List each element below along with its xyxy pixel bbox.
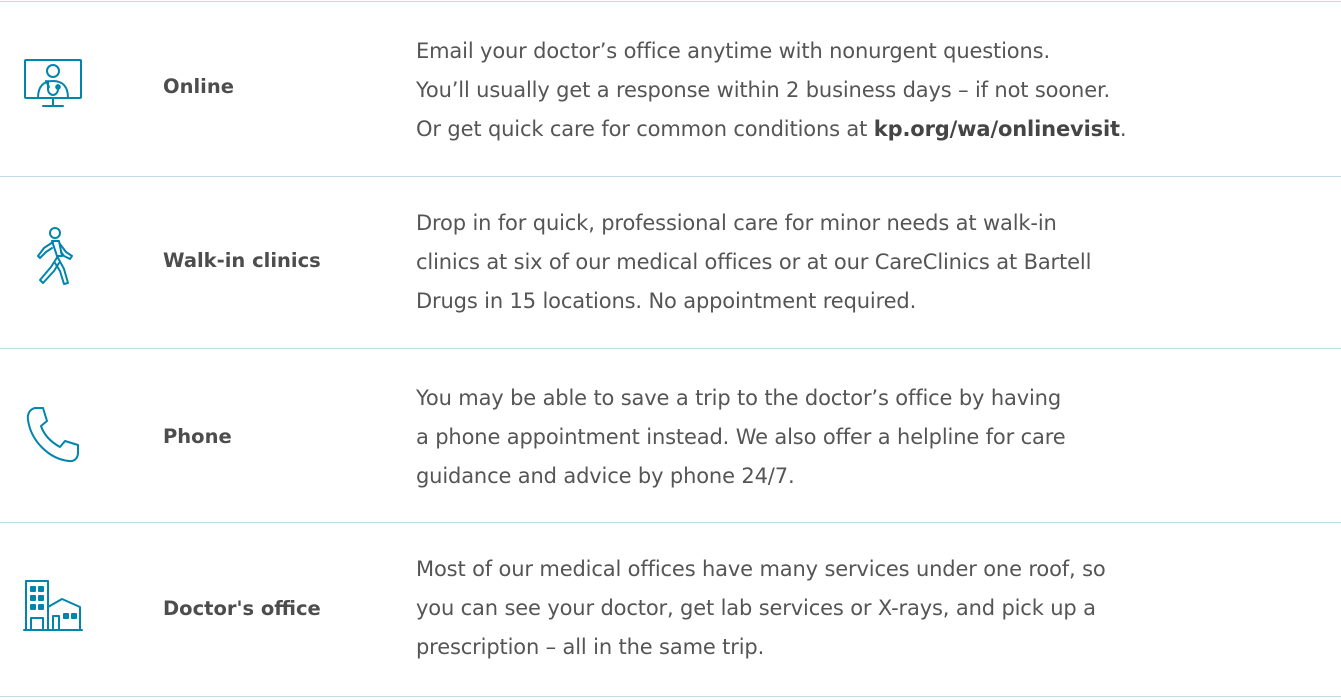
walking-person-icon [22, 225, 84, 287]
description-line: guidance and advice by phone 24/7. [416, 464, 795, 488]
care-option-description: Email your doctor’s office anytime with … [416, 32, 1336, 149]
care-option-label: Walk-in clinics [163, 249, 321, 272]
description-line: You’ll usually get a response within 2 b… [416, 78, 1111, 102]
care-option-description: You may be able to save a trip to the do… [416, 379, 1336, 496]
telehealth-doctor-monitor-icon [22, 54, 84, 116]
care-option-label: Online [163, 75, 234, 98]
care-option-online: Online Email your doctor’s office anytim… [0, 2, 1341, 176]
description-line: Most of our medical offices have many se… [416, 557, 1106, 581]
description-line: clinics at six of our medical offices or… [416, 250, 1092, 274]
divider-bottom [0, 696, 1341, 697]
care-option-label: Doctor's office [163, 597, 321, 620]
care-option-label: Phone [163, 425, 232, 448]
phone-handset-icon [22, 404, 84, 466]
care-option-doctors-office: Doctor's office Most of our medical offi… [0, 523, 1341, 697]
care-option-description: Drop in for quick, professional care for… [416, 204, 1336, 321]
description-line: Drugs in 15 locations. No appointment re… [416, 289, 917, 313]
description-line: prescription – all in the same trip. [416, 635, 765, 659]
description-line: Or get quick care for common conditions … [416, 110, 1336, 149]
care-option-phone: Phone You may be able to save a trip to … [0, 349, 1341, 523]
description-line: Drop in for quick, professional care for… [416, 211, 1057, 235]
online-visit-link[interactable]: kp.org/wa/onlinevisit [874, 117, 1120, 141]
description-line: a phone appointment instead. We also off… [416, 425, 1066, 449]
care-option-walk-in: Walk-in clinics Drop in for quick, profe… [0, 177, 1341, 351]
description-text: Or get quick care for common conditions … [416, 117, 874, 141]
care-options-list: Online Email your doctor’s office anytim… [0, 0, 1341, 700]
medical-office-building-icon [22, 573, 84, 635]
description-line: Email your doctor’s office anytime with … [416, 39, 1050, 63]
description-text: . [1119, 117, 1127, 141]
description-line: You may be able to save a trip to the do… [416, 386, 1061, 410]
care-option-description: Most of our medical offices have many se… [416, 550, 1336, 667]
description-line: you can see your doctor, get lab service… [416, 596, 1096, 620]
